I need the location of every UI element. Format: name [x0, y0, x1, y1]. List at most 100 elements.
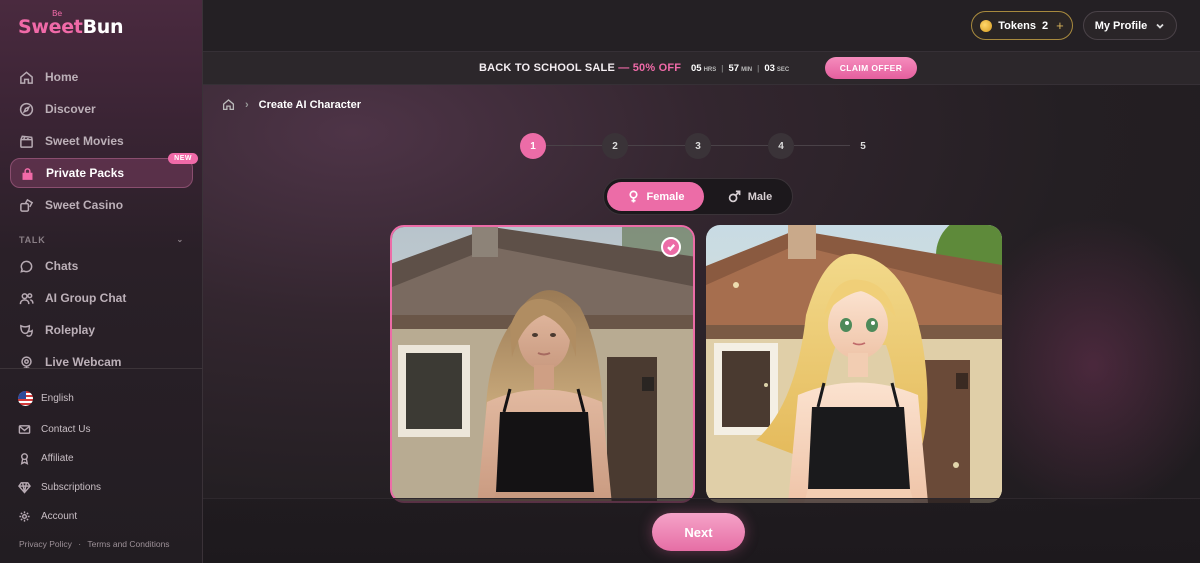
language-label: English — [41, 393, 74, 404]
coin-icon — [980, 19, 993, 32]
diamond-icon — [18, 482, 31, 494]
footer-item-affiliate[interactable]: Affiliate — [18, 444, 193, 473]
footer-item-subscriptions[interactable]: Subscriptions — [18, 473, 193, 502]
realistic-character-image — [392, 227, 693, 501]
mail-icon — [18, 425, 31, 434]
sidebar-item-label: Sweet Movies — [45, 134, 124, 148]
main-nav: Home Discover Sweet Movies Private Packs… — [10, 62, 198, 220]
breadcrumb-current: Create AI Character — [258, 98, 361, 111]
my-profile-button[interactable]: My Profile — [1083, 11, 1177, 40]
step-4[interactable]: 4 — [768, 133, 794, 159]
main-content: › Create AI Character 1 2 3 4 5 Female M… — [203, 85, 1200, 563]
anime-character-image — [706, 225, 1002, 503]
logo-sup: Be — [52, 9, 62, 18]
sidebar-item-label: Live Webcam — [45, 355, 122, 369]
sidebar-item-home[interactable]: Home — [10, 62, 193, 92]
terms-link[interactable]: Terms and Conditions — [87, 539, 169, 549]
style-card-realistic[interactable] — [390, 225, 695, 503]
promo-title: BACK TO SCHOOL SALE — [479, 62, 616, 74]
timer-seconds-unit: SEC — [776, 67, 790, 73]
promo-text: BACK TO SCHOOL SALE — 50% OFF — [479, 62, 681, 74]
step-5[interactable]: 5 — [850, 133, 876, 159]
footer-item-label: Subscriptions — [41, 482, 102, 493]
tokens-button[interactable]: Tokens 2 + — [971, 11, 1073, 40]
us-flag-icon — [18, 391, 33, 406]
tokens-count: 2 — [1041, 19, 1049, 32]
gender-male-option[interactable]: Male — [714, 182, 786, 211]
talk-nav: Chats AI Group Chat Roleplay Live Webcam — [10, 251, 193, 377]
gender-female-label: Female — [646, 190, 685, 203]
gender-female-option[interactable]: Female — [607, 182, 704, 211]
style-card-anime[interactable] — [706, 225, 1002, 503]
step-2[interactable]: 2 — [602, 133, 628, 159]
step-1[interactable]: 1 — [520, 133, 546, 159]
timer-hours: 05 — [691, 63, 702, 74]
bottom-action-bar: Next — [203, 498, 1200, 563]
sidebar-item-label: Roleplay — [45, 323, 96, 337]
gear-icon — [19, 511, 30, 522]
sidebar-item-label: Private Packs — [46, 166, 125, 180]
chevron-right-icon: › — [245, 98, 249, 111]
privacy-policy-link[interactable]: Privacy Policy — [19, 539, 72, 549]
sidebar-item-live-webcam[interactable]: Live Webcam — [10, 347, 193, 377]
dice-icon — [20, 198, 34, 212]
sidebar-item-ai-group-chat[interactable]: AI Group Chat — [10, 283, 193, 313]
home-icon — [20, 70, 33, 84]
footer-item-account[interactable]: Account — [18, 502, 193, 531]
sidebar-item-roleplay[interactable]: Roleplay — [10, 315, 193, 345]
profile-label: My Profile — [1094, 19, 1148, 32]
footer-item-label: Affiliate — [41, 453, 74, 464]
sidebar-item-sweet-casino[interactable]: Sweet Casino — [10, 190, 193, 220]
male-symbol-icon — [728, 190, 741, 203]
sidebar-item-discover[interactable]: Discover — [10, 94, 193, 124]
lock-icon — [22, 167, 33, 180]
legal-separator: · — [78, 539, 82, 549]
compass-icon — [19, 102, 34, 116]
sidebar-item-label: Chats — [45, 259, 79, 273]
step-3[interactable]: 3 — [685, 133, 711, 159]
promo-banner: BACK TO SCHOOL SALE — 50% OFF 05 HRS | 57… — [203, 52, 1200, 85]
sidebar-item-label: Sweet Casino — [45, 198, 124, 212]
timer-separator: | — [721, 64, 724, 73]
selected-check-icon — [661, 237, 681, 257]
breadcrumb: › Create AI Character — [222, 98, 361, 111]
sidebar-divider — [0, 368, 203, 369]
sidebar: Be SweetBun Home Discover Sweet Movies P… — [0, 0, 203, 563]
section-label-talk[interactable]: TALK ⌄ — [19, 235, 184, 245]
timer-minutes: 57 — [728, 63, 740, 74]
group-icon — [19, 292, 34, 304]
plus-icon: + — [1056, 18, 1064, 33]
sidebar-item-label: Discover — [45, 102, 96, 116]
timer-hours-unit: HRS — [703, 67, 717, 73]
top-header: Tokens 2 + My Profile — [203, 0, 1200, 52]
step-connector — [794, 145, 850, 146]
brand-logo[interactable]: Be SweetBun — [18, 9, 124, 38]
sidebar-item-chats[interactable]: Chats — [10, 251, 193, 281]
timer-separator: | — [757, 64, 760, 73]
section-label-text: TALK — [19, 235, 46, 245]
chat-bubble-icon — [20, 260, 33, 273]
sidebar-item-sweet-movies[interactable]: Sweet Movies — [10, 126, 193, 156]
claim-offer-button[interactable]: CLAIM OFFER — [825, 57, 917, 79]
footer-item-contact-us[interactable]: Contact Us — [18, 415, 193, 444]
footer-nav: English Contact Us Affiliate Subscriptio… — [18, 384, 193, 531]
stepper: 1 2 3 4 5 — [520, 133, 875, 159]
promo-dash: — — [615, 62, 633, 74]
home-icon[interactable] — [222, 98, 235, 111]
new-badge: NEW — [168, 153, 198, 164]
step-connector — [711, 145, 768, 146]
chevron-down-icon: ⌄ — [176, 235, 184, 244]
next-button[interactable]: Next — [652, 513, 745, 551]
sidebar-item-label: Home — [45, 70, 79, 84]
step-connector — [628, 145, 685, 146]
countdown-timer: 05 HRS | 57 MIN | 03 SEC — [691, 63, 794, 74]
language-selector[interactable]: English — [18, 384, 193, 413]
step-connector — [546, 145, 602, 146]
legal-links: Privacy Policy · Terms and Conditions — [19, 539, 174, 549]
tokens-label: Tokens — [998, 19, 1036, 32]
logo-part-sweet: Sweet — [18, 16, 83, 38]
logo-part-bun: Bun — [82, 16, 124, 38]
sidebar-item-private-packs[interactable]: Private Packs NEW — [10, 153, 198, 188]
footer-item-label: Contact Us — [41, 424, 91, 435]
timer-seconds: 03 — [764, 63, 775, 74]
